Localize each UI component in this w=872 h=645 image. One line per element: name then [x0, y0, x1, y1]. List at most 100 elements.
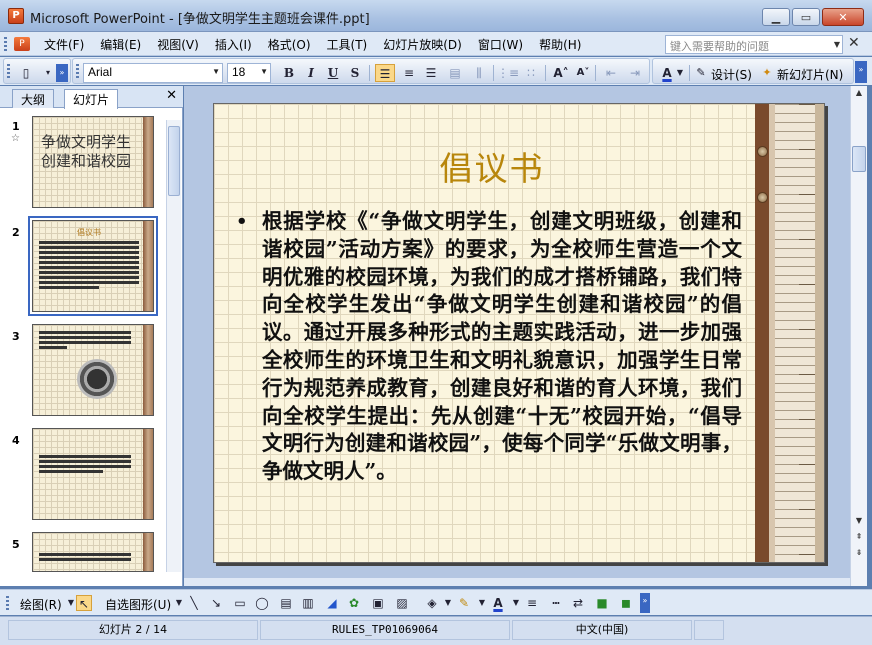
shadow-style-icon[interactable]: ■: [594, 595, 610, 611]
arrow-tool-icon[interactable]: ↘: [208, 595, 224, 611]
close-document-icon[interactable]: ✕: [848, 35, 860, 51]
fill-color-icon[interactable]: ◈: [424, 595, 440, 611]
new-document-icon[interactable]: ▯: [16, 64, 36, 82]
menu-insert[interactable]: 插入(I): [215, 36, 252, 53]
next-slide-icon[interactable]: ⇟: [852, 548, 866, 562]
oval-tool-icon[interactable]: ◯: [254, 595, 270, 611]
menu-slideshow[interactable]: 幻灯片放映(D): [383, 36, 462, 53]
menu-view[interactable]: 视图(V): [157, 36, 199, 53]
scroll-down-icon[interactable]: ▼: [852, 516, 866, 530]
slide-thumbnail-2[interactable]: 倡议书: [28, 216, 158, 316]
line-color-icon[interactable]: ✎: [456, 595, 472, 611]
current-slide[interactable]: 倡议书 • 根据学校《“争做文明学生，创建文明班级，创建和谐校园”活动方案》的要…: [213, 103, 825, 563]
bullets-icon[interactable]: ∷: [521, 64, 541, 82]
align-left-icon[interactable]: ☰: [375, 64, 395, 82]
vertical-textbox-icon[interactable]: ▥: [300, 595, 316, 611]
chevron-down-icon[interactable]: ▼: [834, 40, 840, 49]
toolbar-expand-icon[interactable]: »: [640, 593, 650, 613]
toolbar-grip[interactable]: [6, 596, 9, 610]
toolbar-options-icon[interactable]: ▾: [42, 64, 54, 82]
font-name-select[interactable]: Arial ▼: [83, 63, 223, 83]
chevron-down-icon[interactable]: ▼: [212, 67, 220, 76]
close-pane-icon[interactable]: ✕: [166, 88, 177, 103]
scrollbar-thumb[interactable]: [852, 146, 866, 172]
scroll-up-icon[interactable]: ▲: [852, 88, 866, 102]
text-direction-icon[interactable]: ⫼: [469, 64, 489, 82]
toolbar-expand-icon[interactable]: »: [855, 61, 867, 83]
slide-body-text[interactable]: • 根据学校《“争做文明学生，创建文明班级，创建和谐校园”活动方案》的要求，为全…: [236, 208, 742, 486]
distribute-icon[interactable]: ▤: [445, 64, 465, 82]
numbering-icon[interactable]: ⋮≡: [497, 64, 519, 82]
powerpoint-app-icon[interactable]: P: [8, 8, 24, 24]
close-window-button[interactable]: ✕: [822, 8, 864, 26]
tab-slides[interactable]: 幻灯片: [64, 89, 119, 109]
dash-style-icon[interactable]: ┅: [548, 595, 564, 611]
chevron-down-icon[interactable]: ▼: [675, 64, 685, 82]
decrease-font-icon[interactable]: A˅: [573, 64, 593, 82]
tab-outline[interactable]: 大纲: [12, 89, 55, 108]
chevron-down-icon[interactable]: ▼: [508, 595, 524, 611]
menu-format[interactable]: 格式(O): [268, 36, 311, 53]
chevron-down-icon[interactable]: ▼: [171, 595, 187, 611]
chevron-down-icon[interactable]: ▼: [260, 67, 268, 76]
menu-tools[interactable]: 工具(T): [327, 36, 368, 53]
rectangle-tool-icon[interactable]: ▭: [232, 595, 248, 611]
menubar-grip[interactable]: [4, 37, 7, 51]
slide-title[interactable]: 倡议书: [214, 142, 770, 190]
underline-button[interactable]: U: [323, 64, 343, 82]
design-button[interactable]: 设计(S): [711, 66, 752, 83]
textbox-tool-icon[interactable]: ▤: [278, 595, 294, 611]
3d-style-icon[interactable]: ◼: [618, 595, 634, 611]
shadow-button[interactable]: S: [345, 64, 365, 82]
line-style-icon[interactable]: ≡: [524, 595, 540, 611]
autoshapes-button[interactable]: 自选图形(U): [105, 596, 171, 613]
menu-help[interactable]: 帮助(H): [539, 36, 581, 53]
picture-icon[interactable]: ▨: [394, 595, 410, 611]
slide-thumbnail-3[interactable]: [32, 324, 154, 416]
draw-menu-button[interactable]: 绘图(R): [20, 596, 62, 613]
new-slide-button[interactable]: 新幻灯片(N): [777, 66, 843, 83]
maximize-button[interactable]: ▭: [792, 8, 820, 26]
minimize-button[interactable]: ▁: [762, 8, 790, 26]
previous-slide-icon[interactable]: ⇞: [852, 532, 866, 546]
toolbar-grip[interactable]: [7, 64, 10, 78]
wordart-icon[interactable]: ◢: [324, 595, 340, 611]
align-center-icon[interactable]: ≡: [399, 64, 419, 82]
increase-indent-icon[interactable]: ⇥: [625, 64, 645, 82]
font-size-select[interactable]: 18 ▼: [227, 63, 271, 83]
slide-editor: 倡议书 • 根据学校《“争做文明学生，创建文明班级，创建和谐校园”活动方案》的要…: [184, 86, 850, 586]
ruler-decoration: [143, 117, 153, 207]
slide-scrollbar[interactable]: ▲ ▼ ⇞ ⇟: [850, 86, 867, 586]
slide-thumbnail-4[interactable]: [32, 428, 154, 520]
font-color-icon[interactable]: A: [657, 64, 677, 82]
line-tool-icon[interactable]: ╲: [186, 595, 202, 611]
italic-button[interactable]: I: [301, 64, 321, 82]
scrollbar-thumb[interactable]: [168, 126, 180, 196]
font-color-icon[interactable]: A: [490, 595, 506, 611]
toolbar-grip-2[interactable]: [76, 64, 79, 78]
decrease-indent-icon[interactable]: ⇤: [601, 64, 621, 82]
horizontal-scrollbar[interactable]: [184, 578, 850, 586]
menu-window[interactable]: 窗口(W): [478, 36, 523, 53]
menu-edit[interactable]: 编辑(E): [100, 36, 141, 53]
select-pointer-icon[interactable]: ↖: [76, 595, 92, 611]
status-bar: 幻灯片 2 / 14 RULES_TP01069064 中文(中国): [0, 616, 872, 645]
help-search-input[interactable]: 键入需要帮助的问题 ▼: [665, 35, 843, 54]
toolbar-expand-icon[interactable]: »: [56, 64, 68, 82]
design-template-status: RULES_TP01069064: [260, 620, 510, 640]
bold-button[interactable]: B: [279, 64, 299, 82]
text-line: [39, 241, 139, 244]
diagram-icon[interactable]: ✿: [346, 595, 362, 611]
chevron-down-icon[interactable]: ▼: [474, 595, 490, 611]
slide-thumbnail-5[interactable]: [32, 532, 154, 572]
align-right-icon[interactable]: ☰: [421, 64, 441, 82]
chevron-down-icon[interactable]: ▼: [440, 595, 456, 611]
thumb-number: 2: [12, 226, 20, 239]
menu-file[interactable]: 文件(F): [44, 36, 84, 53]
thumbnail-scrollbar[interactable]: [166, 120, 181, 572]
document-menu-icon[interactable]: P: [14, 37, 30, 51]
clipart-icon[interactable]: ▣: [370, 595, 386, 611]
slide-thumbnail-1[interactable]: 争做文明学生 创建和谐校园: [32, 116, 154, 208]
arrow-style-icon[interactable]: ⇄: [570, 595, 586, 611]
increase-font-icon[interactable]: A˄: [551, 64, 571, 82]
